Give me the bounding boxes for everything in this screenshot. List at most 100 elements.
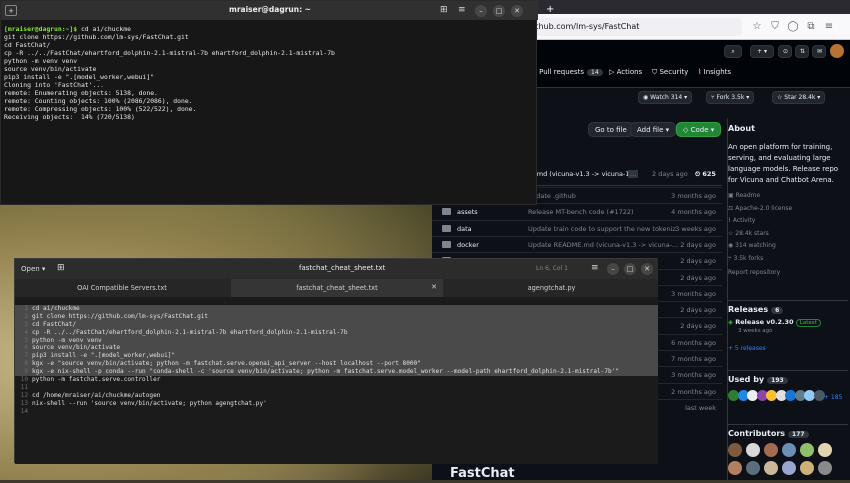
editor-line: 3 cd FastChat/ (15, 320, 658, 329)
tab-oai-servers[interactable]: OAI Compatible Servers.txt (15, 279, 229, 297)
open-button[interactable]: Open ▾ (21, 265, 45, 273)
releases-heading[interactable]: Releases 6 (728, 300, 848, 314)
maximize-icon[interactable]: □ (493, 5, 505, 17)
contributors-heading[interactable]: Contributors 177 (728, 424, 848, 438)
avatar[interactable] (746, 443, 760, 457)
menu-icon[interactable]: ≡ (822, 20, 836, 34)
editor-tab-bar: OAI Compatible Servers.txt fastchat_chea… (15, 279, 658, 297)
editor-line: 6 source venv/bin/activate (15, 344, 658, 353)
tab-insights[interactable]: ⌇ Insights (698, 68, 731, 76)
avatar[interactable] (813, 390, 825, 401)
inbox-icon[interactable]: ✉ (812, 45, 826, 58)
file-commit-message[interactable]: Release MT-bench code (#1722) (528, 208, 678, 216)
avatar[interactable] (800, 443, 814, 457)
avatar[interactable] (728, 461, 742, 475)
code-button[interactable]: ◇ Code ▾ (676, 122, 722, 137)
line-number: 13 (20, 399, 28, 407)
file-row[interactable]: docker Update README.md (vicuna-v1.3 -> v… (432, 235, 722, 252)
terminal-line: Cloning into 'FastChat'... (4, 81, 105, 89)
shield-icon[interactable]: ⛉ (768, 20, 782, 34)
file-commit-message[interactable]: update .github (528, 192, 678, 200)
avatar[interactable] (764, 443, 778, 457)
editor-close-icon[interactable]: ✕ (641, 263, 653, 275)
avatar[interactable] (728, 443, 742, 457)
minimize-icon[interactable]: – (475, 5, 487, 17)
new-terminal-tab-icon[interactable]: + (5, 5, 17, 16)
watch-button[interactable]: ◉ Watch 314 ▾ (638, 91, 693, 104)
file-date: 2 days ago (680, 306, 716, 315)
readme-title: FastChat (450, 466, 515, 481)
editor-menu-icon[interactable]: ≡ (591, 263, 599, 273)
editor-line: 2 git clone https://github.com/lm-sys/Fas… (15, 312, 658, 321)
file-name[interactable]: assets (457, 208, 478, 216)
terminal-line: cd FastChat/ (4, 41, 51, 49)
report-repository-link[interactable]: Report repository (728, 269, 780, 276)
file-row[interactable]: data Update train code to support the new… (432, 219, 722, 236)
line-number: 3 (24, 320, 28, 328)
terminal-output[interactable]: [mraiser@dagrun:~]$ cd ai/chuckme git clo… (1, 20, 538, 206)
file-name[interactable]: docker (457, 241, 479, 249)
editor-maximize-icon[interactable]: □ (624, 263, 636, 275)
avatar[interactable] (800, 461, 814, 475)
fork-button[interactable]: ⑂ Fork 3.5k ▾ (706, 91, 755, 104)
stars-link[interactable]: ☆ 28.4k stars (728, 230, 769, 237)
tab-cheat-sheet[interactable]: fastchat_cheat_sheet.txt ✕ (231, 279, 443, 297)
used-by-more-link[interactable]: + 185 (824, 394, 842, 401)
file-date: 2 days ago (680, 257, 716, 266)
avatar[interactable] (818, 461, 832, 475)
add-file-button[interactable]: Add file ▾ (630, 122, 677, 137)
line-number: 5 (24, 336, 28, 344)
terminal-tabs-icon[interactable]: ⊞ (440, 5, 448, 15)
watching-link[interactable]: ◉ 314 watching (728, 242, 776, 249)
terminal-menu-icon[interactable]: ≡ (458, 5, 466, 15)
more-releases-link[interactable]: + 5 releases (728, 345, 766, 352)
avatar[interactable] (818, 443, 832, 457)
star-button[interactable]: ☆ Star 28.4k ▾ (772, 91, 826, 104)
editor-text-area[interactable]: 1 cd ai/chuckme 2 git clone https://github.… (15, 297, 658, 464)
avatar[interactable] (746, 461, 760, 475)
editor-headerbar: Open ▾ ⊞ fastchat_cheat_sheet.txt Ln 6, … (15, 259, 658, 279)
file-commit-message[interactable]: Update README.md (vicuna-v1.3 -> vicuna-… (528, 241, 678, 249)
avatar[interactable] (764, 461, 778, 475)
file-commit-message[interactable]: Update train code to support the new tok… (528, 225, 678, 233)
terminal-line: [mraiser@dagrun:~]$ cd ai/chuckme (4, 25, 131, 33)
account-icon[interactable]: ◯ (786, 20, 800, 34)
used-by-heading[interactable]: Used by 193 (728, 370, 848, 384)
commit-ellipsis[interactable]: ... (628, 170, 639, 178)
search-icon[interactable]: ⌕ (724, 45, 742, 58)
file-date: 2 days ago (680, 322, 716, 331)
avatar[interactable] (782, 461, 796, 475)
readme-link[interactable]: ▣ Readme (728, 192, 760, 199)
line-number: 7 (24, 352, 28, 360)
avatar[interactable] (782, 443, 796, 457)
file-name[interactable]: data (457, 225, 472, 233)
terminal-titlebar: + mraiser@dagrun: ~ ⊞ ≡ – □ ✕ (1, 1, 538, 20)
issues-icon[interactable]: ⊙ (778, 45, 792, 58)
extensions-icon[interactable]: ⧉ (804, 20, 818, 34)
close-icon[interactable]: ✕ (511, 5, 523, 17)
latest-release[interactable]: ◈ Release v0.2.30 Latest (728, 318, 821, 327)
user-avatar[interactable] (830, 44, 844, 58)
license-link[interactable]: ⚖ Apache-2.0 license (728, 205, 792, 212)
cursor-position[interactable]: Ln 6, Col 1 (536, 265, 568, 272)
about-sidebar: About An open platform for training, ser… (727, 118, 850, 480)
used-by-avatars (728, 390, 838, 406)
url-field[interactable]: github.com/lm-sys/FastChat (524, 18, 742, 36)
about-description: An open platform for training, serving, … (728, 143, 839, 184)
pull-requests-icon[interactable]: ⇅ (795, 45, 809, 58)
go-to-file-button[interactable]: Go to file (588, 122, 634, 137)
new-document-icon[interactable]: ⊞ (57, 263, 65, 273)
tab-close-icon[interactable]: ✕ (431, 283, 437, 291)
editor-minimize-icon[interactable]: – (607, 263, 619, 275)
bookmark-star-icon[interactable]: ☆ (750, 20, 764, 34)
create-new-icon[interactable]: + ▾ (750, 45, 774, 58)
tab-security[interactable]: ⛉ Security (652, 68, 688, 77)
line-number: 12 (20, 391, 28, 399)
tab-pull-requests[interactable]: ⇅ Pull requests14 (531, 68, 603, 76)
activity-link[interactable]: ⌇ Activity (728, 217, 755, 224)
terminal-window: + mraiser@dagrun: ~ ⊞ ≡ – □ ✕ [mraiser@d… (0, 0, 538, 206)
forks-link[interactable]: ⑂ 3.5k forks (728, 255, 763, 262)
commit-count[interactable]: ⏲ 625 (695, 170, 716, 179)
tab-actions[interactable]: ▷ Actions (609, 68, 642, 76)
tab-agengtchat[interactable]: agengtchat.py (445, 279, 658, 297)
